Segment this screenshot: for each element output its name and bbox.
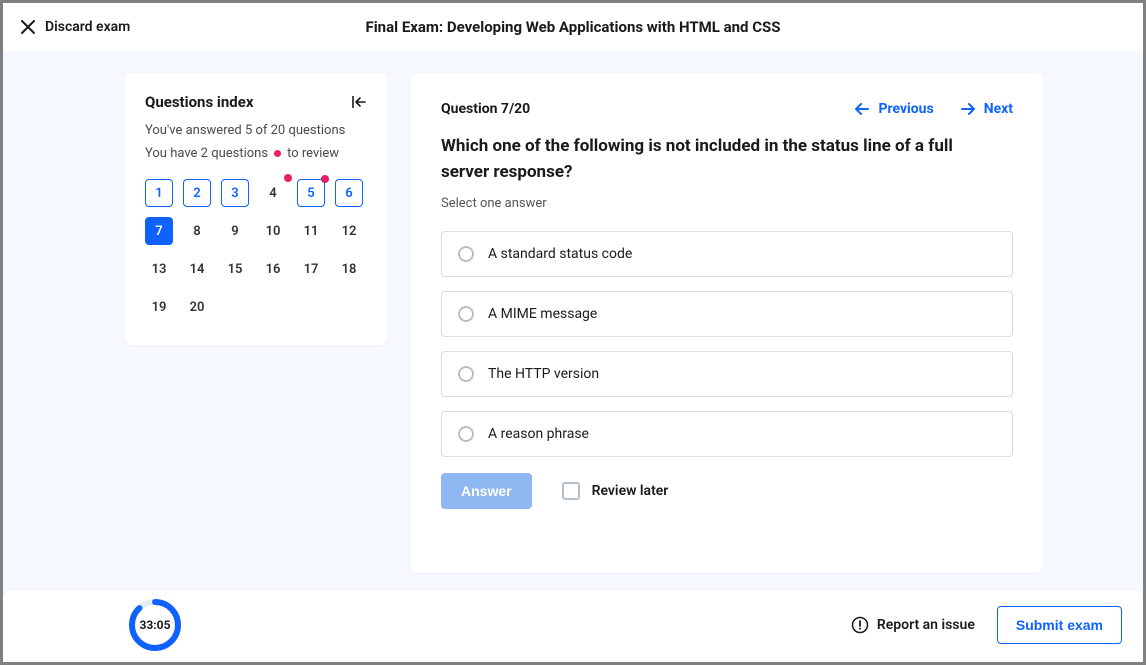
discard-exam-label: Discard exam: [45, 19, 130, 35]
radio-icon: [458, 426, 474, 442]
report-issue-label: Report an issue: [877, 617, 975, 633]
question-card: Question 7/20 Previous Next Which one of…: [411, 73, 1043, 573]
review-later-toggle[interactable]: Review later: [562, 482, 669, 500]
questions-index-title: Questions index: [145, 93, 253, 111]
question-cell-19[interactable]: 19: [145, 293, 173, 321]
answer-button[interactable]: Answer: [441, 473, 532, 509]
question-cell-11[interactable]: 11: [297, 217, 325, 245]
main-area: Questions index You've answered 5 of 20 …: [3, 51, 1143, 595]
question-cell-5[interactable]: 5: [297, 179, 325, 207]
answer-options: A standard status code A MIME message The …: [441, 231, 1013, 457]
next-label: Next: [984, 101, 1013, 117]
answer-option-label: The HTTP version: [488, 366, 599, 382]
question-cell-12[interactable]: 12: [335, 217, 363, 245]
radio-icon: [458, 306, 474, 322]
question-cell-9[interactable]: 9: [221, 217, 249, 245]
answered-progress-text: You've answered 5 of 20 questions: [145, 123, 367, 138]
question-cell-13[interactable]: 13: [145, 255, 173, 283]
answer-option-label: A standard status code: [488, 246, 632, 262]
question-grid: 1234567891011121314151617181920: [145, 179, 367, 321]
answer-option-2[interactable]: A MIME message: [441, 291, 1013, 337]
question-cell-3[interactable]: 3: [221, 179, 249, 207]
question-counter: Question 7/20: [441, 101, 530, 117]
alert-icon: [851, 616, 869, 634]
question-cell-8[interactable]: 8: [183, 217, 211, 245]
discard-exam-button[interactable]: Discard exam: [21, 19, 130, 35]
question-cell-10[interactable]: 10: [259, 217, 287, 245]
question-cell-20[interactable]: 20: [183, 293, 211, 321]
question-cell-6[interactable]: 6: [335, 179, 363, 207]
question-cell-1[interactable]: 1: [145, 179, 173, 207]
radio-icon: [458, 246, 474, 262]
report-issue-button[interactable]: Report an issue: [851, 616, 975, 634]
question-cell-15[interactable]: 15: [221, 255, 249, 283]
review-flag-icon: [284, 174, 292, 182]
question-cell-16[interactable]: 16: [259, 255, 287, 283]
top-bar: Discard exam Final Exam: Developing Web …: [3, 3, 1143, 51]
bottom-bar: 33:05 Report an issue Submit exam: [6, 591, 1140, 659]
review-count-text-b: to review: [287, 146, 339, 161]
review-later-label: Review later: [592, 483, 669, 499]
questions-index-panel: Questions index You've answered 5 of 20 …: [125, 73, 387, 345]
question-text: Which one of the following is not includ…: [441, 133, 1001, 186]
radio-icon: [458, 366, 474, 382]
timer-ring-icon: [128, 598, 182, 652]
timer: 33:05: [128, 598, 182, 652]
answer-option-3[interactable]: The HTTP version: [441, 351, 1013, 397]
review-count-text-a: You have 2 questions: [145, 146, 268, 161]
question-cell-4[interactable]: 4: [259, 179, 287, 207]
answer-option-label: A reason phrase: [488, 426, 589, 442]
answer-option-4[interactable]: A reason phrase: [441, 411, 1013, 457]
arrow-right-icon: [960, 101, 976, 117]
question-cell-17[interactable]: 17: [297, 255, 325, 283]
next-question-button[interactable]: Next: [960, 101, 1013, 117]
review-dot-icon: [274, 150, 281, 157]
previous-label: Previous: [878, 101, 933, 117]
submit-exam-button[interactable]: Submit exam: [997, 606, 1122, 644]
question-cell-14[interactable]: 14: [183, 255, 211, 283]
review-flag-icon: [321, 175, 329, 183]
close-icon: [21, 20, 35, 34]
previous-question-button[interactable]: Previous: [854, 101, 933, 117]
question-cell-7[interactable]: 7: [145, 217, 173, 245]
review-count-text: You have 2 questions to review: [145, 146, 367, 161]
question-instruction: Select one answer: [441, 196, 1013, 211]
collapse-panel-icon[interactable]: [351, 94, 367, 110]
answer-option-1[interactable]: A standard status code: [441, 231, 1013, 277]
question-cell-2[interactable]: 2: [183, 179, 211, 207]
exam-title: Final Exam: Developing Web Applications …: [3, 18, 1143, 36]
checkbox-icon: [562, 482, 580, 500]
answer-option-label: A MIME message: [488, 306, 597, 322]
question-cell-18[interactable]: 18: [335, 255, 363, 283]
arrow-left-icon: [854, 101, 870, 117]
